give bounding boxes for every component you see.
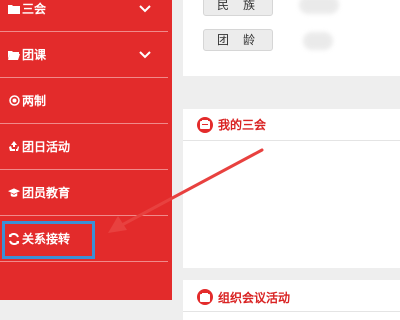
- card-header: 我的三会: [183, 109, 400, 141]
- highlight-box: [2, 221, 95, 259]
- sidebar-item-two-systems[interactable]: 两制: [0, 78, 168, 124]
- sidebar: 三会 团课 两制 团日活动 团员教育 关系接转: [0, 0, 172, 300]
- field-label-ethnicity: 民族: [203, 0, 273, 16]
- folder-icon: [8, 3, 20, 15]
- chevron-down-icon[interactable]: [138, 3, 152, 15]
- field-label-league-age: 团龄: [203, 29, 273, 51]
- profile-card: 民族 团龄: [183, 0, 400, 76]
- target-icon: [8, 95, 20, 107]
- chevron-down-icon[interactable]: [138, 49, 152, 61]
- card-title: 我的三会: [218, 118, 267, 132]
- sidebar-item-three-meetings[interactable]: 三会: [0, 0, 168, 32]
- recycle-icon: [8, 141, 20, 153]
- folder-open-icon: [8, 49, 20, 61]
- my-meetings-card: 我的三会: [183, 109, 400, 268]
- field-value-league-age: [303, 32, 333, 50]
- sidebar-item-group-class[interactable]: 团课: [0, 32, 168, 78]
- graduation-cap-icon: [8, 187, 20, 199]
- sidebar-item-label: 三会: [22, 2, 47, 16]
- sidebar-item-label: 团员教育: [22, 186, 71, 200]
- field-value-ethnicity: [299, 0, 339, 14]
- card-title: 组织会议活动: [218, 291, 291, 305]
- sidebar-item-label: 团课: [22, 48, 47, 62]
- org-meetings-card: 组织会议活动: [183, 280, 400, 320]
- sidebar-item-member-education[interactable]: 团员教育: [0, 170, 168, 216]
- meeting-icon: [197, 289, 213, 305]
- sidebar-item-group-day-activity[interactable]: 团日活动: [0, 124, 168, 170]
- card-header: 组织会议活动: [183, 280, 400, 312]
- main-content: 民族 团龄 我的三会 组织会议活动: [172, 0, 400, 320]
- sidebar-item-label: 团日活动: [22, 140, 71, 154]
- meeting-icon: [197, 116, 213, 133]
- sidebar-item-label: 两制: [22, 94, 47, 108]
